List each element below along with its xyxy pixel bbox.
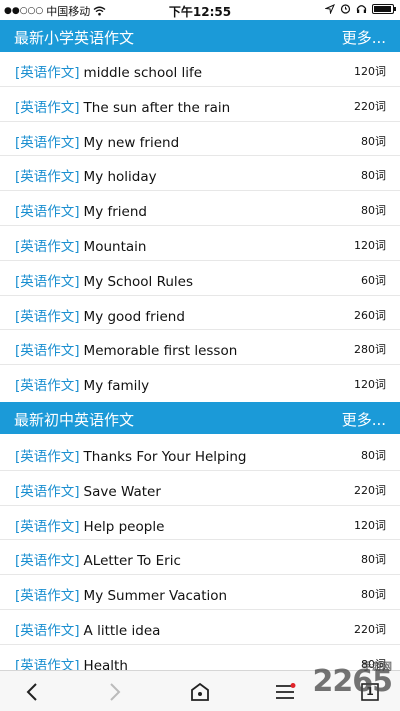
word-count: 120词: [354, 518, 386, 532]
back-icon: [26, 682, 37, 701]
essay-title[interactable]: My friend: [84, 204, 147, 220]
menu-button[interactable]: [260, 671, 310, 711]
word-count: 60词: [361, 273, 386, 287]
category-tag: [英语作文]: [15, 518, 80, 535]
word-count: 80词: [361, 204, 386, 218]
essay-list-junior: [英语作文] Thanks For Your Helping 80词 [英语作文] S…: [0, 436, 400, 680]
essay-title[interactable]: Thanks For Your Helping: [84, 449, 247, 465]
status-bar: ●●○○○ 中国移动 下午12:55: [0, 0, 400, 20]
essay-title[interactable]: My good friend: [84, 309, 185, 325]
category-tag: [英语作文]: [15, 273, 80, 290]
status-icons: [325, 3, 396, 14]
watermark-logo: 2265 手游网: [313, 662, 393, 699]
essay-title[interactable]: The sun after the rain: [84, 100, 231, 116]
list-item[interactable]: [英语作文] My friend 80词: [0, 191, 400, 226]
essay-title[interactable]: My family: [84, 378, 150, 394]
list-item[interactable]: [英语作文] My Summer Vacation 80词: [0, 575, 400, 610]
list-item[interactable]: [英语作文] A little idea 220词: [0, 610, 400, 645]
category-tag: [英语作文]: [15, 238, 80, 255]
list-item[interactable]: [英语作文] Mountain 120词: [0, 226, 400, 261]
list-item[interactable]: [英语作文] middle school life 120词: [0, 52, 400, 87]
headphones-icon: [356, 5, 367, 13]
word-count: 120词: [354, 238, 386, 252]
list-item[interactable]: [英语作文] My family 120词: [0, 365, 400, 400]
essay-title[interactable]: A little idea: [84, 623, 161, 639]
list-item[interactable]: [英语作文] Memorable first lesson 280词: [0, 330, 400, 366]
back-button[interactable]: [7, 671, 57, 711]
list-item[interactable]: [英语作文] ALetter To Eric 80词: [0, 540, 400, 576]
more-link[interactable]: 更多...: [342, 409, 386, 430]
section-title: 最新小学英语作文: [14, 29, 135, 47]
more-link[interactable]: 更多...: [342, 27, 386, 48]
alarm-icon: [340, 4, 351, 14]
category-tag: [英语作文]: [15, 65, 80, 81]
essay-title[interactable]: My School Rules: [84, 274, 193, 290]
home-button[interactable]: [175, 671, 225, 711]
forward-icon: [110, 682, 121, 701]
category-tag: [英语作文]: [15, 99, 80, 116]
essay-list-primary: [英语作文] middle school life 120词 [英语作文] The s…: [0, 52, 400, 400]
list-item[interactable]: [英语作文] My holiday 80词: [0, 156, 400, 192]
menu-icon: [276, 682, 296, 699]
category-tag: [英语作文]: [15, 378, 80, 395]
forward-button[interactable]: [90, 671, 140, 711]
essay-title[interactable]: Mountain: [84, 239, 147, 255]
word-count: 220词: [354, 99, 386, 113]
word-count: 80词: [361, 134, 386, 148]
category-tag: [英语作文]: [15, 483, 80, 500]
category-tag: [英语作文]: [15, 449, 80, 465]
list-item[interactable]: [英语作文] Save Water 220词: [0, 471, 400, 506]
essay-title[interactable]: My holiday: [84, 169, 157, 185]
word-count: 120词: [354, 378, 386, 392]
word-count: 220词: [354, 622, 386, 636]
section-header-junior: 最新初中英语作文 更多...: [0, 402, 400, 434]
word-count: 260词: [354, 308, 386, 322]
essay-title[interactable]: Memorable first lesson: [84, 343, 238, 359]
home-icon: [191, 682, 209, 701]
category-tag: [英语作文]: [15, 169, 80, 186]
list-item[interactable]: [英语作文] My good friend 260词: [0, 296, 400, 331]
word-count: 120词: [354, 65, 386, 78]
word-count: 80词: [361, 449, 386, 462]
category-tag: [英语作文]: [15, 308, 80, 325]
essay-title[interactable]: My Summer Vacation: [84, 588, 228, 604]
list-item[interactable]: [英语作文] My new friend 80词: [0, 122, 400, 157]
essay-title[interactable]: Help people: [84, 519, 165, 535]
list-item[interactable]: [英语作文] The sun after the rain 220词: [0, 87, 400, 122]
list-item[interactable]: [英语作文] My School Rules 60词: [0, 261, 400, 296]
watermark-sub: 手游网: [362, 662, 392, 673]
category-tag: [英语作文]: [15, 553, 80, 570]
word-count: 80词: [361, 588, 386, 602]
section-title: 最新初中英语作文: [14, 411, 135, 429]
section-header-primary: 最新小学英语作文 更多...: [0, 20, 400, 52]
list-item[interactable]: [英语作文] Help people 120词: [0, 506, 400, 541]
word-count: 80词: [361, 169, 386, 183]
essay-title[interactable]: middle school life: [84, 65, 203, 81]
word-count: 280词: [354, 343, 386, 357]
category-tag: [英语作文]: [15, 343, 80, 360]
list-item[interactable]: [英语作文] Thanks For Your Helping 80词: [0, 436, 400, 471]
word-count: 220词: [354, 483, 386, 497]
battery-icon: [372, 3, 396, 14]
essay-title[interactable]: Save Water: [84, 484, 161, 500]
location-icon: [325, 3, 335, 14]
category-tag: [英语作文]: [15, 588, 80, 605]
category-tag: [英语作文]: [15, 622, 80, 639]
essay-title[interactable]: My new friend: [84, 135, 180, 151]
essay-title[interactable]: ALetter To Eric: [84, 553, 181, 569]
word-count: 80词: [361, 553, 386, 567]
category-tag: [英语作文]: [15, 204, 80, 221]
category-tag: [英语作文]: [15, 134, 80, 151]
